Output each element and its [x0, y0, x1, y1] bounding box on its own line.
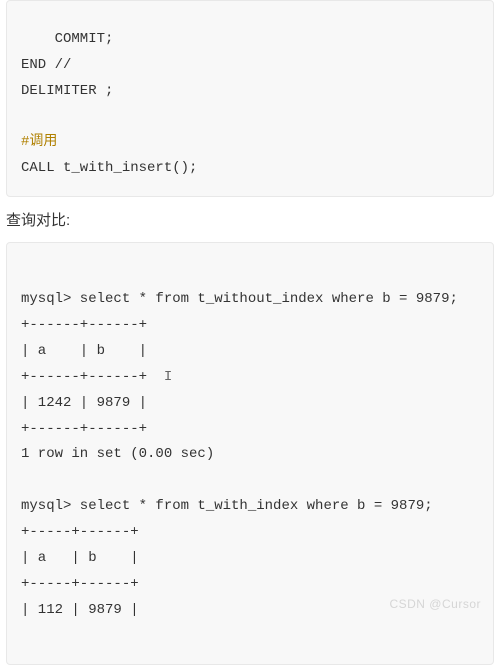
code-line: mysql> select * from t_with_index where …: [21, 498, 433, 514]
text-cursor-icon: I: [164, 369, 172, 385]
code-line: +-----+------+: [21, 576, 139, 592]
code-comment: #调用: [21, 134, 57, 150]
watermark: CSDN @Cursor: [389, 593, 481, 615]
code-line: | a | b |: [21, 343, 147, 359]
code-line: +------+------+: [21, 369, 164, 385]
code-line: 1 row in set (0.00 sec): [21, 446, 214, 462]
section-heading: 查询对比:: [6, 207, 494, 234]
code-line: +------+------+: [21, 421, 147, 437]
code-line: +------+------+: [21, 317, 147, 333]
code-line: DELIMITER ;: [21, 83, 113, 99]
code-line: | 112 | 9879 |: [21, 602, 139, 618]
code-line: | a | b |: [21, 550, 139, 566]
code-block-sql: COMMIT; END // DELIMITER ; #调用 CALL t_wi…: [6, 0, 494, 197]
code-line: mysql> select * from t_without_index whe…: [21, 291, 458, 307]
code-line: COMMIT;: [21, 31, 113, 47]
code-line: END //: [21, 57, 71, 73]
code-line: | 1242 | 9879 |: [21, 395, 147, 411]
code-block-mysql-output: mysql> select * from t_without_index whe…: [6, 242, 494, 664]
code-line: CALL t_with_insert();: [21, 160, 197, 176]
code-line: +-----+------+: [21, 524, 139, 540]
